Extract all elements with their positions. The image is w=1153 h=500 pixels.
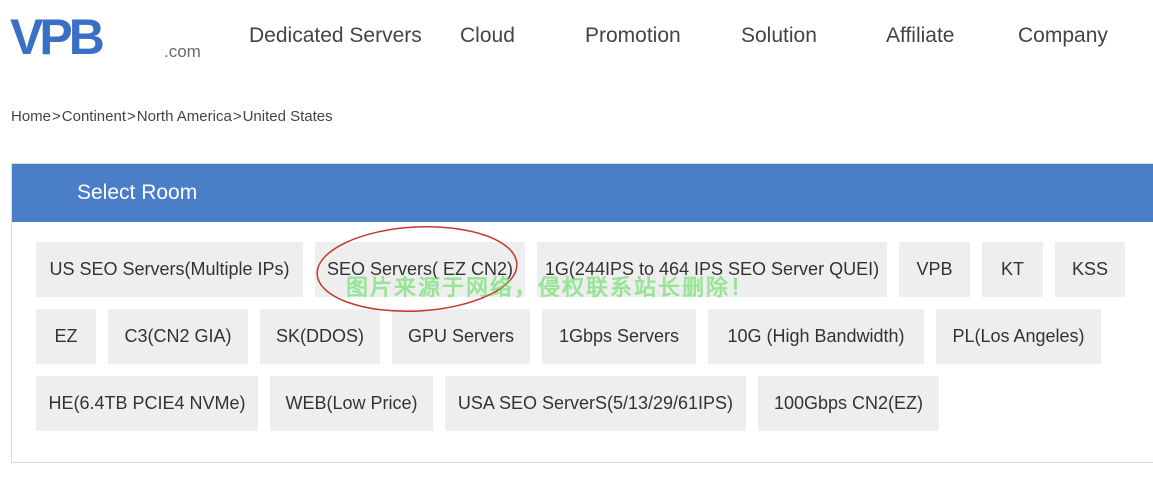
nav-solution[interactable]: Solution [741, 24, 817, 48]
nav-cloud[interactable]: Cloud [460, 24, 515, 48]
panel-title: Select Room [77, 181, 198, 204]
room-sk-ddos[interactable]: SK(DDOS) [260, 309, 380, 364]
room-1g-seo-server-quei[interactable]: 1G(244IPS to 464 IPS SEO Server QUEI) [537, 242, 887, 297]
nav-company[interactable]: Company [1018, 24, 1108, 48]
breadcrumb-north-america[interactable]: North America [137, 108, 232, 125]
nav-dedicated-servers[interactable]: Dedicated Servers [249, 24, 422, 48]
room-web-low-price[interactable]: WEB(Low Price) [270, 376, 433, 431]
room-kss[interactable]: KSS [1055, 242, 1125, 297]
room-he-pcie4-nvme[interactable]: HE(6.4TB PCIE4 NVMe) [36, 376, 258, 431]
room-usa-seo-servers-ips[interactable]: USA SEO ServerS(5/13/29/61IPS) [445, 376, 746, 431]
breadcrumb: Home>Continent>North America>United Stat… [11, 108, 333, 125]
room-100gbps-cn2-ez[interactable]: 100Gbps CN2(EZ) [758, 376, 939, 431]
breadcrumb-home[interactable]: Home [11, 108, 51, 125]
room-seo-servers-ez-cn2[interactable]: SEO Servers( EZ CN2) [315, 242, 525, 297]
panel-header: Select Room [12, 164, 1153, 222]
breadcrumb-continent[interactable]: Continent [62, 108, 126, 125]
vpb-logo[interactable]: VPB .com [10, 14, 205, 62]
room-10g-high-bandwidth[interactable]: 10G (High Bandwidth) [708, 309, 924, 364]
room-1gbps-servers[interactable]: 1Gbps Servers [542, 309, 696, 364]
breadcrumb-separator: > [127, 108, 136, 125]
nav-affiliate[interactable]: Affiliate [886, 24, 955, 48]
breadcrumb-united-states[interactable]: United States [243, 108, 333, 125]
nav-promotion[interactable]: Promotion [585, 24, 681, 48]
logo-suffix: .com [164, 42, 201, 61]
breadcrumb-separator: > [232, 108, 242, 125]
room-ez[interactable]: EZ [36, 309, 96, 364]
logo-mark: VPB [10, 14, 103, 62]
room-c3-cn2-gia[interactable]: C3(CN2 GIA) [108, 309, 248, 364]
room-gpu-servers[interactable]: GPU Servers [392, 309, 530, 364]
breadcrumb-separator: > [52, 108, 61, 125]
room-us-seo-servers[interactable]: US SEO Servers(Multiple IPs) [36, 242, 303, 297]
room-kt[interactable]: KT [982, 242, 1043, 297]
room-vpb[interactable]: VPB [899, 242, 970, 297]
room-pl-los-angeles[interactable]: PL(Los Angeles) [936, 309, 1101, 364]
